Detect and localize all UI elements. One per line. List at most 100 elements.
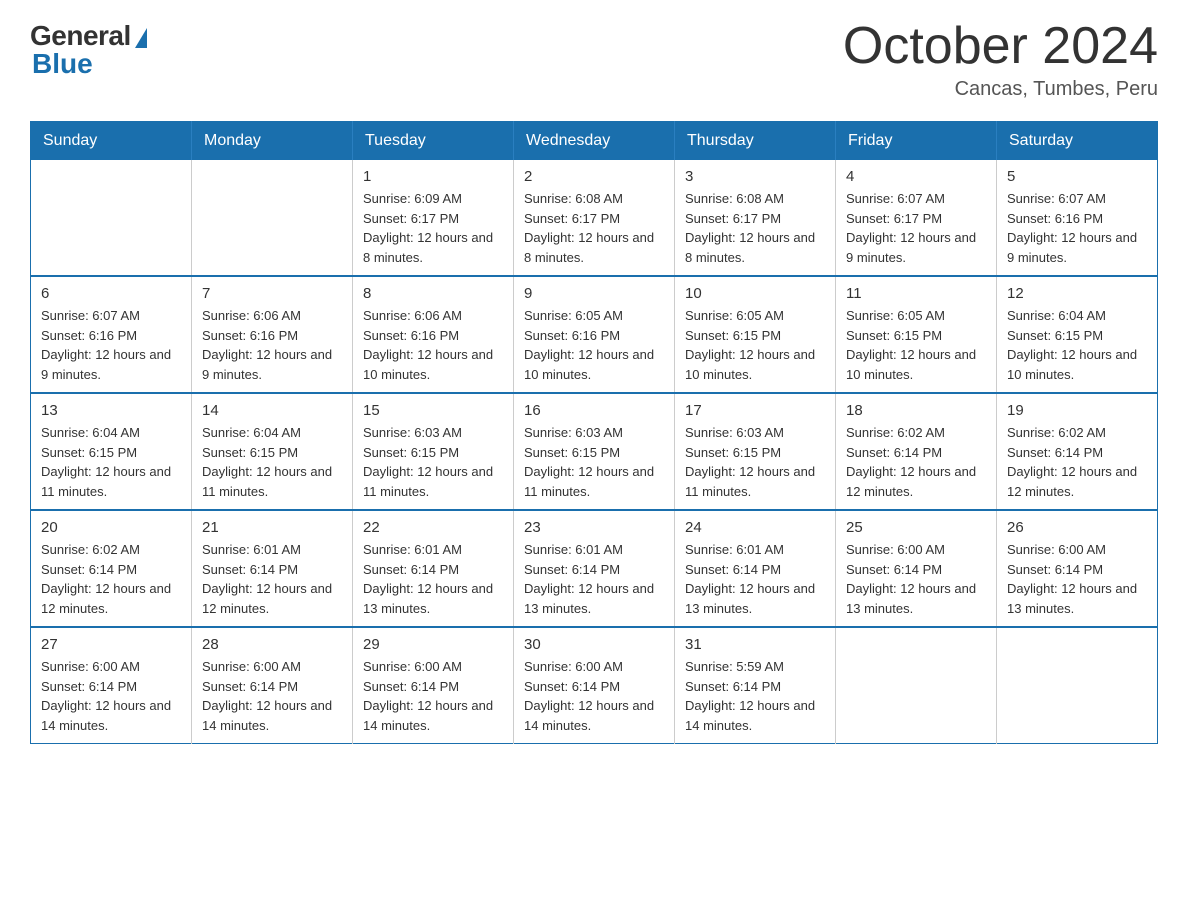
calendar-cell: 2 Sunrise: 6:08 AMSunset: 6:17 PMDaylight… bbox=[514, 160, 675, 276]
calendar-cell: 27 Sunrise: 6:00 AMSunset: 6:14 PMDayligh… bbox=[31, 627, 192, 744]
calendar-cell: 24 Sunrise: 6:01 AMSunset: 6:14 PMDayligh… bbox=[675, 510, 836, 627]
day-info: Sunrise: 6:03 AMSunset: 6:15 PMDaylight:… bbox=[685, 423, 825, 501]
day-info: Sunrise: 6:08 AMSunset: 6:17 PMDaylight:… bbox=[685, 189, 825, 267]
calendar-cell: 25 Sunrise: 6:00 AMSunset: 6:14 PMDayligh… bbox=[836, 510, 997, 627]
calendar-cell: 15 Sunrise: 6:03 AMSunset: 6:15 PMDayligh… bbox=[353, 393, 514, 510]
calendar-cell: 3 Sunrise: 6:08 AMSunset: 6:17 PMDaylight… bbox=[675, 160, 836, 276]
day-number: 8 bbox=[363, 285, 503, 302]
calendar-cell: 21 Sunrise: 6:01 AMSunset: 6:14 PMDayligh… bbox=[192, 510, 353, 627]
calendar-cell: 20 Sunrise: 6:02 AMSunset: 6:14 PMDayligh… bbox=[31, 510, 192, 627]
calendar-table: SundayMondayTuesdayWednesdayThursdayFrid… bbox=[30, 121, 1158, 744]
calendar-cell: 7 Sunrise: 6:06 AMSunset: 6:16 PMDaylight… bbox=[192, 276, 353, 393]
day-info: Sunrise: 6:05 AMSunset: 6:15 PMDaylight:… bbox=[685, 306, 825, 384]
day-info: Sunrise: 6:00 AMSunset: 6:14 PMDaylight:… bbox=[524, 657, 664, 735]
calendar-cell: 29Sunrise: 6:00 AMSunset: 6:14 PMDayligh… bbox=[353, 627, 514, 744]
calendar-cell: 26 Sunrise: 6:00 AMSunset: 6:14 PMDayligh… bbox=[997, 510, 1158, 627]
header-saturday: Saturday bbox=[997, 122, 1158, 161]
calendar-cell: 23Sunrise: 6:01 AMSunset: 6:14 PMDayligh… bbox=[514, 510, 675, 627]
page-header: General Blue October 2024 Cancas, Tumbes… bbox=[30, 20, 1158, 101]
day-number: 24 bbox=[685, 519, 825, 536]
day-info: Sunrise: 5:59 AMSunset: 6:14 PMDaylight:… bbox=[685, 657, 825, 735]
day-number: 19 bbox=[1007, 402, 1147, 419]
day-info: Sunrise: 6:06 AMSunset: 6:16 PMDaylight:… bbox=[363, 306, 503, 384]
header-row: SundayMondayTuesdayWednesdayThursdayFrid… bbox=[31, 122, 1158, 161]
day-info: Sunrise: 6:00 AMSunset: 6:14 PMDaylight:… bbox=[41, 657, 181, 735]
logo-triangle-icon bbox=[135, 28, 147, 48]
day-number: 2 bbox=[524, 168, 664, 185]
day-info: Sunrise: 6:05 AMSunset: 6:16 PMDaylight:… bbox=[524, 306, 664, 384]
calendar-cell: 10 Sunrise: 6:05 AMSunset: 6:15 PMDayligh… bbox=[675, 276, 836, 393]
day-number: 4 bbox=[846, 168, 986, 185]
day-number: 20 bbox=[41, 519, 181, 536]
day-info: Sunrise: 6:05 AMSunset: 6:15 PMDaylight:… bbox=[846, 306, 986, 384]
calendar-cell: 6 Sunrise: 6:07 AMSunset: 6:16 PMDaylight… bbox=[31, 276, 192, 393]
day-number: 29 bbox=[363, 636, 503, 653]
day-info: Sunrise: 6:00 AMSunset: 6:14 PMDaylight:… bbox=[846, 540, 986, 618]
calendar-cell: 9 Sunrise: 6:05 AMSunset: 6:16 PMDaylight… bbox=[514, 276, 675, 393]
day-number: 21 bbox=[202, 519, 342, 536]
calendar-cell: 17Sunrise: 6:03 AMSunset: 6:15 PMDayligh… bbox=[675, 393, 836, 510]
header-wednesday: Wednesday bbox=[514, 122, 675, 161]
header-monday: Monday bbox=[192, 122, 353, 161]
logo: General Blue bbox=[30, 20, 147, 80]
week-row-4: 27 Sunrise: 6:00 AMSunset: 6:14 PMDayligh… bbox=[31, 627, 1158, 744]
calendar-cell: 5Sunrise: 6:07 AMSunset: 6:16 PMDaylight… bbox=[997, 160, 1158, 276]
calendar-cell: 28 Sunrise: 6:00 AMSunset: 6:14 PMDayligh… bbox=[192, 627, 353, 744]
calendar-cell: 11Sunrise: 6:05 AMSunset: 6:15 PMDayligh… bbox=[836, 276, 997, 393]
calendar-cell bbox=[836, 627, 997, 744]
day-number: 3 bbox=[685, 168, 825, 185]
header-sunday: Sunday bbox=[31, 122, 192, 161]
day-number: 26 bbox=[1007, 519, 1147, 536]
header-thursday: Thursday bbox=[675, 122, 836, 161]
header-tuesday: Tuesday bbox=[353, 122, 514, 161]
day-number: 28 bbox=[202, 636, 342, 653]
calendar-cell bbox=[31, 160, 192, 276]
day-number: 7 bbox=[202, 285, 342, 302]
week-row-2: 13Sunrise: 6:04 AMSunset: 6:15 PMDayligh… bbox=[31, 393, 1158, 510]
day-number: 14 bbox=[202, 402, 342, 419]
day-info: Sunrise: 6:08 AMSunset: 6:17 PMDaylight:… bbox=[524, 189, 664, 267]
day-number: 25 bbox=[846, 519, 986, 536]
day-info: Sunrise: 6:03 AMSunset: 6:15 PMDaylight:… bbox=[524, 423, 664, 501]
day-info: Sunrise: 6:03 AMSunset: 6:15 PMDaylight:… bbox=[363, 423, 503, 501]
day-number: 10 bbox=[685, 285, 825, 302]
day-info: Sunrise: 6:06 AMSunset: 6:16 PMDaylight:… bbox=[202, 306, 342, 384]
calendar-cell: 4 Sunrise: 6:07 AMSunset: 6:17 PMDaylight… bbox=[836, 160, 997, 276]
day-number: 1 bbox=[363, 168, 503, 185]
day-info: Sunrise: 6:04 AMSunset: 6:15 PMDaylight:… bbox=[1007, 306, 1147, 384]
day-info: Sunrise: 6:00 AMSunset: 6:14 PMDaylight:… bbox=[202, 657, 342, 735]
day-info: Sunrise: 6:04 AMSunset: 6:15 PMDaylight:… bbox=[41, 423, 181, 501]
day-number: 12 bbox=[1007, 285, 1147, 302]
calendar-cell: 19Sunrise: 6:02 AMSunset: 6:14 PMDayligh… bbox=[997, 393, 1158, 510]
week-row-0: 1Sunrise: 6:09 AMSunset: 6:17 PMDaylight… bbox=[31, 160, 1158, 276]
day-number: 6 bbox=[41, 285, 181, 302]
month-title: October 2024 bbox=[843, 20, 1158, 72]
day-number: 5 bbox=[1007, 168, 1147, 185]
day-number: 30 bbox=[524, 636, 664, 653]
day-number: 9 bbox=[524, 285, 664, 302]
location-text: Cancas, Tumbes, Peru bbox=[843, 78, 1158, 101]
calendar-cell: 30 Sunrise: 6:00 AMSunset: 6:14 PMDayligh… bbox=[514, 627, 675, 744]
calendar-cell bbox=[997, 627, 1158, 744]
day-number: 23 bbox=[524, 519, 664, 536]
day-info: Sunrise: 6:02 AMSunset: 6:14 PMDaylight:… bbox=[41, 540, 181, 618]
day-number: 15 bbox=[363, 402, 503, 419]
day-number: 27 bbox=[41, 636, 181, 653]
calendar-cell: 12 Sunrise: 6:04 AMSunset: 6:15 PMDayligh… bbox=[997, 276, 1158, 393]
day-number: 18 bbox=[846, 402, 986, 419]
day-info: Sunrise: 6:07 AMSunset: 6:17 PMDaylight:… bbox=[846, 189, 986, 267]
day-info: Sunrise: 6:01 AMSunset: 6:14 PMDaylight:… bbox=[202, 540, 342, 618]
day-info: Sunrise: 6:01 AMSunset: 6:14 PMDaylight:… bbox=[363, 540, 503, 618]
day-info: Sunrise: 6:07 AMSunset: 6:16 PMDaylight:… bbox=[41, 306, 181, 384]
calendar-body: 1Sunrise: 6:09 AMSunset: 6:17 PMDaylight… bbox=[31, 160, 1158, 744]
day-info: Sunrise: 6:00 AMSunset: 6:14 PMDaylight:… bbox=[1007, 540, 1147, 618]
calendar-cell: 16 Sunrise: 6:03 AMSunset: 6:15 PMDayligh… bbox=[514, 393, 675, 510]
week-row-3: 20 Sunrise: 6:02 AMSunset: 6:14 PMDayligh… bbox=[31, 510, 1158, 627]
calendar-cell: 1Sunrise: 6:09 AMSunset: 6:17 PMDaylight… bbox=[353, 160, 514, 276]
calendar-cell: 8 Sunrise: 6:06 AMSunset: 6:16 PMDaylight… bbox=[353, 276, 514, 393]
title-section: October 2024 Cancas, Tumbes, Peru bbox=[843, 20, 1158, 101]
week-row-1: 6 Sunrise: 6:07 AMSunset: 6:16 PMDaylight… bbox=[31, 276, 1158, 393]
day-number: 16 bbox=[524, 402, 664, 419]
day-info: Sunrise: 6:01 AMSunset: 6:14 PMDaylight:… bbox=[685, 540, 825, 618]
logo-blue-text: Blue bbox=[32, 48, 93, 80]
